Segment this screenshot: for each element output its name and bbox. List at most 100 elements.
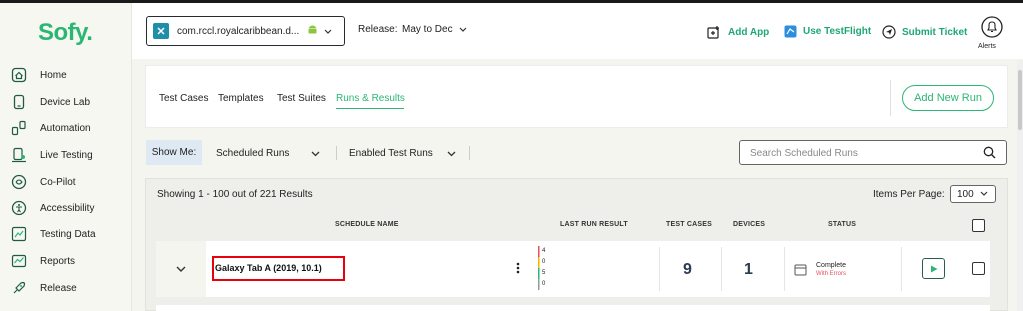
- tab-templates[interactable]: Templates: [218, 93, 264, 104]
- copilot-icon: [10, 173, 28, 191]
- scheduled-runs-dropdown[interactable]: Scheduled Runs: [216, 148, 320, 159]
- testflight-icon: [784, 25, 797, 38]
- divider: [659, 247, 660, 291]
- items-per-page-label: Items Per Page:: [873, 189, 945, 200]
- table-row[interactable]: Galaxy Tab A (2019, 10.1) 4 0 5 0 9 1 Co…: [156, 241, 990, 297]
- home-icon: [10, 66, 28, 84]
- run-now-button[interactable]: [922, 258, 945, 279]
- sidebar-item-label: Live Testing: [40, 149, 93, 161]
- last-run-failed: 4: [542, 248, 546, 254]
- test-cases-count: 9: [683, 261, 692, 278]
- testing-data-icon: [10, 225, 28, 243]
- sidebar-item-label: Co-Pilot: [40, 176, 76, 188]
- alerts-label: Alerts: [978, 43, 996, 50]
- search-icon: [983, 146, 996, 164]
- sidebar-item-reports[interactable]: Reports: [10, 250, 75, 272]
- divider: [901, 247, 902, 291]
- status-text: Complete: [816, 262, 846, 269]
- live-testing-icon: [10, 146, 28, 164]
- column-header-test-cases[interactable]: TEST CASES: [666, 221, 712, 228]
- sidebar-item-label: Release: [40, 282, 77, 294]
- tab-runs-results[interactable]: Runs & Results: [336, 93, 405, 104]
- chevron-down-icon: [311, 151, 320, 157]
- column-header-status[interactable]: STATUS: [828, 221, 856, 228]
- use-testflight-button[interactable]: Use TestFlight: [784, 25, 871, 38]
- table-row[interactable]: [156, 305, 990, 311]
- submit-ticket-button[interactable]: Submit Ticket: [882, 25, 967, 39]
- search-input[interactable]: Search Scheduled Runs: [739, 140, 1007, 165]
- sidebar-item-label: Home: [40, 69, 67, 81]
- device-icon: [10, 93, 28, 111]
- release-icon: [10, 279, 28, 297]
- search-placeholder: Search Scheduled Runs: [750, 148, 858, 159]
- results-count: Showing 1 - 100 out of 221 Results: [157, 189, 313, 200]
- items-per-page-select[interactable]: 100: [950, 185, 996, 203]
- tab-test-cases[interactable]: Test Cases: [159, 93, 208, 104]
- status-subtext: With Errors: [816, 271, 846, 277]
- column-header-schedule-name[interactable]: SCHEDULE NAME: [335, 221, 399, 228]
- sidebar-item-testing-data[interactable]: Testing Data: [10, 223, 96, 245]
- logo: Sofy.: [38, 19, 93, 46]
- last-run-skipped: 0: [542, 281, 546, 287]
- submit-ticket-label: Submit Ticket: [902, 26, 968, 38]
- expand-row-button[interactable]: [156, 241, 206, 297]
- divider: [890, 80, 891, 116]
- sidebar-item-label: Testing Data: [40, 228, 96, 240]
- sidebar: Sofy. Home Device Lab Automation Live Te…: [0, 3, 132, 311]
- android-icon: [307, 22, 318, 40]
- last-run-bars: [538, 246, 540, 295]
- sidebar-item-live-testing[interactable]: Live Testing: [10, 144, 93, 166]
- submit-ticket-icon: [882, 25, 896, 39]
- show-me-label: Show Me:: [146, 140, 202, 165]
- chevron-down-icon: [324, 22, 332, 40]
- schedule-name[interactable]: Galaxy Tab A (2019, 10.1): [215, 263, 322, 273]
- select-all-checkbox[interactable]: [972, 219, 985, 232]
- sidebar-item-label: Accessibility: [40, 202, 95, 214]
- tabs-card: Test Cases Templates Test Suites Runs & …: [145, 65, 1008, 128]
- results-panel: Showing 1 - 100 out of 221 Results Items…: [145, 178, 1008, 311]
- divider: [721, 247, 722, 291]
- alerts-button[interactable]: [980, 16, 1004, 43]
- sidebar-item-label: Device Lab: [40, 96, 91, 108]
- calendar-icon: [794, 263, 807, 281]
- last-run-passed: 5: [542, 270, 546, 276]
- divider: [784, 247, 785, 291]
- bell-icon: [981, 16, 1003, 38]
- add-app-button[interactable]: Add App: [707, 25, 769, 40]
- release-value: May to Dec: [402, 24, 453, 35]
- chevron-down-icon: [447, 151, 456, 157]
- kebab-menu-icon[interactable]: [516, 261, 520, 279]
- add-app-icon: [707, 25, 722, 40]
- divider: [336, 146, 337, 160]
- divider: [469, 146, 470, 160]
- column-header-last-run-result[interactable]: LAST RUN RESULT: [560, 221, 628, 228]
- accessibility-icon: [10, 199, 28, 217]
- add-new-run-button[interactable]: Add New Run: [902, 85, 994, 111]
- use-testflight-label: Use TestFlight: [803, 26, 872, 37]
- sidebar-item-release[interactable]: Release: [10, 277, 77, 299]
- release-label: Release:: [358, 24, 398, 35]
- devices-count: 1: [744, 261, 753, 278]
- tab-test-suites[interactable]: Test Suites: [277, 93, 326, 104]
- header: ✕ com.rccl.royalcaribbean.d... Release: …: [132, 3, 1023, 59]
- active-tab-indicator: [336, 108, 404, 109]
- scrollbar-thumb[interactable]: [1018, 70, 1022, 130]
- play-icon: [930, 265, 937, 272]
- enabled-runs-dropdown[interactable]: Enabled Test Runs: [349, 148, 456, 159]
- row-checkbox[interactable]: [972, 262, 985, 275]
- app-selector-value: com.rccl.royalcaribbean.d...: [177, 25, 300, 37]
- sidebar-item-home[interactable]: Home: [10, 64, 67, 86]
- app-logo-icon: ✕: [153, 23, 169, 39]
- sidebar-item-automation[interactable]: Automation: [10, 117, 91, 139]
- release-selector[interactable]: May to Dec: [402, 24, 467, 35]
- sidebar-item-label: Automation: [40, 122, 91, 134]
- last-run-warning: 0: [542, 259, 546, 265]
- reports-icon: [10, 252, 28, 270]
- sidebar-item-accessibility[interactable]: Accessibility: [10, 197, 94, 219]
- sidebar-item-device-lab[interactable]: Device Lab: [10, 91, 90, 113]
- chevron-down-icon: [980, 191, 988, 196]
- app-selector[interactable]: ✕ com.rccl.royalcaribbean.d...: [146, 16, 345, 46]
- column-header-devices[interactable]: DEVICES: [733, 221, 765, 228]
- sidebar-item-copilot[interactable]: Co-Pilot: [10, 171, 76, 193]
- automation-icon: [10, 119, 28, 137]
